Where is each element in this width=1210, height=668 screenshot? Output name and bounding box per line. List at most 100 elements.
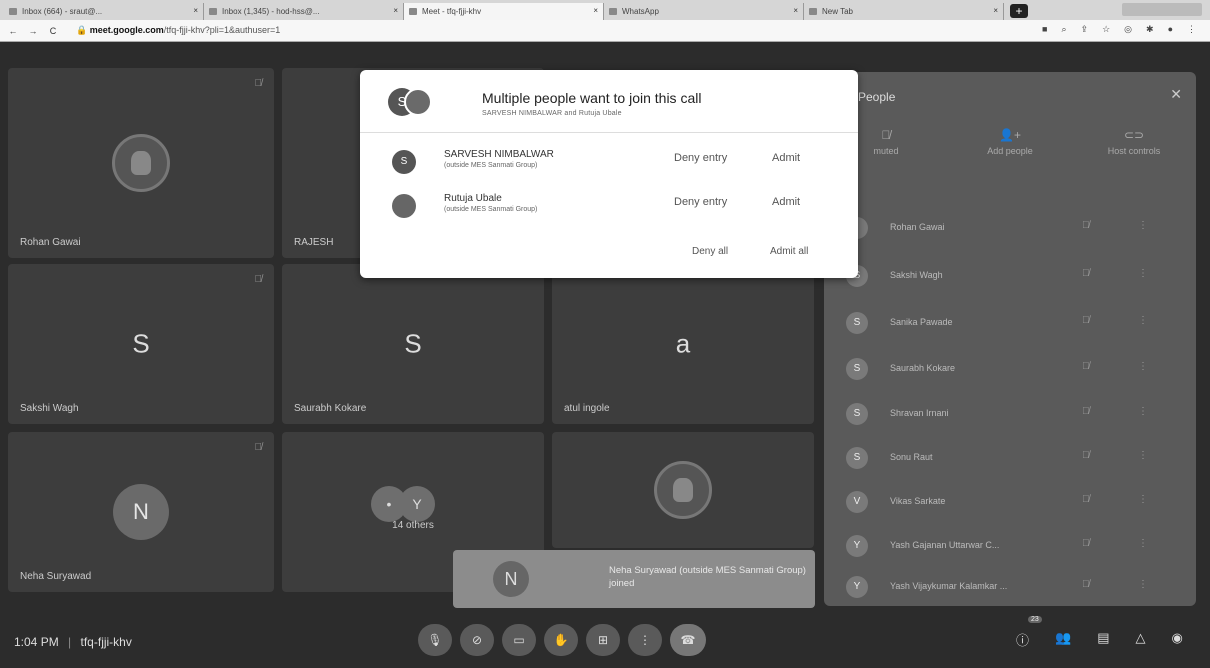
avatar: S: [846, 403, 868, 425]
close-icon[interactable]: ✕: [1170, 86, 1182, 103]
chat-icon[interactable]: ▤: [1097, 630, 1109, 649]
tab-new[interactable]: New Tab ×: [804, 3, 1004, 20]
person-name: Saurabh Kokare: [890, 363, 956, 373]
share-icon[interactable]: ⇪: [1081, 24, 1089, 35]
more-icon[interactable]: ⋮: [1138, 450, 1148, 461]
list-item[interactable]: S Sakshi Wagh 🎙̸ ⋮: [846, 262, 1186, 290]
deny-entry-button[interactable]: Deny entry: [674, 196, 727, 208]
more-options-button[interactable]: ⋮: [628, 624, 662, 656]
participant-tile[interactable]: [552, 432, 814, 548]
close-icon[interactable]: ×: [193, 6, 198, 15]
tab-meet[interactable]: Meet - tfq-fjji-khv ×: [404, 3, 604, 20]
clock-time: 1:04 PM: [14, 635, 59, 649]
deny-all-button[interactable]: Deny all: [692, 246, 728, 257]
window-controls[interactable]: [1122, 3, 1202, 16]
more-icon[interactable]: ⋮: [1138, 538, 1148, 549]
captions-button[interactable]: ▭: [502, 624, 536, 656]
avatar: S: [846, 358, 868, 380]
mic-off-icon[interactable]: 🎙̸: [1082, 450, 1090, 461]
list-item[interactable]: Rohan Gawai 🎙̸ ⋮: [846, 214, 1186, 242]
url-field[interactable]: 🔒 meet.google.com/tfq-fjji-khv?pli=1&aut…: [76, 25, 280, 36]
extension-icon[interactable]: ◎: [1124, 24, 1132, 35]
participant-tile[interactable]: S Saurabh Kokare: [282, 264, 544, 424]
present-button[interactable]: ⊞: [586, 624, 620, 656]
more-icon[interactable]: ⋮: [1138, 406, 1148, 417]
participant-tile[interactable]: 🎙̸ S Sakshi Wagh: [8, 264, 274, 424]
camera-indicator-icon[interactable]: ■: [1042, 24, 1047, 35]
more-icon[interactable]: ⋮: [1138, 220, 1148, 231]
people-count-badge: 23: [1028, 616, 1042, 623]
profile-avatar-icon[interactable]: ●: [1168, 24, 1173, 35]
info-icon[interactable]: ⓘ: [1016, 630, 1029, 649]
people-icon[interactable]: 👥: [1055, 630, 1071, 649]
puzzle-icon[interactable]: ✱: [1146, 24, 1154, 35]
close-icon[interactable]: ×: [593, 6, 598, 15]
menu-icon[interactable]: ⋮: [1187, 24, 1196, 35]
participant-tile[interactable]: a atul ingole: [552, 264, 814, 424]
more-icon[interactable]: ⋮: [1138, 579, 1148, 590]
participant-tile[interactable]: 🎙̸ N Neha Suryawad: [8, 432, 274, 592]
more-icon[interactable]: ⋮: [1138, 361, 1148, 372]
reload-icon[interactable]: C: [46, 26, 60, 36]
requester-name: SARVESH NIMBALWAR: [444, 149, 554, 160]
participant-name: Sakshi Wagh: [20, 403, 79, 414]
whatsapp-icon: [609, 8, 617, 15]
forward-icon[interactable]: →: [26, 26, 40, 36]
admit-button[interactable]: Admit: [772, 152, 800, 164]
bookmark-star-icon[interactable]: ☆: [1102, 24, 1110, 35]
list-item[interactable]: S Sanika Pawade 🎙̸ ⋮: [846, 309, 1186, 337]
participant-name: atul ingole: [564, 403, 610, 414]
notification-text: Neha Suryawad (outside MES Sanmati Group…: [609, 565, 806, 589]
mic-button[interactable]: 🎙: [418, 624, 452, 656]
mic-off-icon[interactable]: 🎙̸: [1082, 315, 1090, 326]
close-icon[interactable]: ×: [993, 6, 998, 15]
mic-off-icon[interactable]: 🎙̸: [1082, 579, 1090, 590]
person-name: Yash Vijaykumar Kalamkar ...: [890, 581, 1008, 591]
tab-title: Inbox (1,345) - hod-hss@...: [222, 7, 320, 16]
camera-button[interactable]: ⊘: [460, 624, 494, 656]
admit-request-dialog: S Multiple people want to join this call…: [360, 70, 858, 278]
person-name: Sonu Raut: [890, 452, 933, 462]
more-icon[interactable]: ⋮: [1138, 268, 1148, 279]
back-icon[interactable]: ←: [6, 26, 20, 36]
end-call-button[interactable]: ☎: [670, 624, 706, 656]
participant-tile[interactable]: 🎙̸ Rohan Gawai: [8, 68, 274, 258]
mic-off-icon[interactable]: 🎙̸: [1082, 220, 1090, 231]
list-item[interactable]: S Sonu Raut 🎙̸ ⋮: [846, 444, 1186, 472]
mic-off-icon[interactable]: 🎙̸: [1082, 538, 1090, 549]
zoom-icon[interactable]: ⌕: [1061, 24, 1066, 35]
activities-icon[interactable]: △: [1136, 630, 1146, 649]
host-controls-button[interactable]: ⊂⊃ Host controls: [1072, 128, 1196, 184]
host-shield-icon[interactable]: ◉: [1172, 630, 1183, 649]
list-item[interactable]: S Shravan Irnani 🎙̸ ⋮: [846, 400, 1186, 428]
list-item[interactable]: V Vikas Sarkate 🎙̸ ⋮: [846, 488, 1186, 516]
person-name: Sanika Pawade: [890, 317, 953, 327]
avatar: [392, 194, 416, 218]
list-item[interactable]: Y Yash Gajanan Uttarwar C... 🎙̸ ⋮: [846, 532, 1186, 560]
tab-title: Meet - tfq-fjji-khv: [422, 7, 482, 16]
deny-entry-button[interactable]: Deny entry: [674, 152, 727, 164]
raise-hand-button[interactable]: ✋: [544, 624, 578, 656]
new-tab-button[interactable]: +: [1010, 4, 1028, 18]
list-item[interactable]: Y Yash Vijaykumar Kalamkar ... 🎙̸ ⋮: [846, 573, 1186, 601]
close-icon[interactable]: ×: [793, 6, 798, 15]
more-icon[interactable]: ⋮: [1138, 315, 1148, 326]
requester-org: (outside MES Sanmati Group): [444, 206, 538, 213]
add-person-icon: 👤+: [999, 128, 1021, 142]
mic-off-icon[interactable]: 🎙̸: [1082, 268, 1090, 279]
join-request-row: Rutuja Ubale (outside MES Sanmati Group)…: [360, 188, 858, 228]
mic-off-icon[interactable]: 🎙̸: [1082, 361, 1090, 372]
tab-gmail-2[interactable]: Inbox (1,345) - hod-hss@... ×: [204, 3, 404, 20]
add-people-button[interactable]: 👤+ Add people: [948, 128, 1072, 184]
more-icon[interactable]: ⋮: [1138, 494, 1148, 505]
mic-off-icon[interactable]: 🎙̸: [1082, 406, 1090, 417]
admit-button[interactable]: Admit: [772, 196, 800, 208]
list-item[interactable]: S Saurabh Kokare 🎙̸ ⋮: [846, 355, 1186, 383]
tab-whatsapp[interactable]: WhatsApp ×: [604, 3, 804, 20]
mic-off-icon[interactable]: 🎙̸: [1082, 494, 1090, 505]
tab-gmail-1[interactable]: Inbox (664) - sraut@... ×: [4, 3, 204, 20]
admit-all-button[interactable]: Admit all: [770, 246, 808, 257]
hang-up-icon: ☎: [680, 633, 696, 647]
gmail-icon: [9, 8, 17, 15]
close-icon[interactable]: ×: [393, 6, 398, 15]
